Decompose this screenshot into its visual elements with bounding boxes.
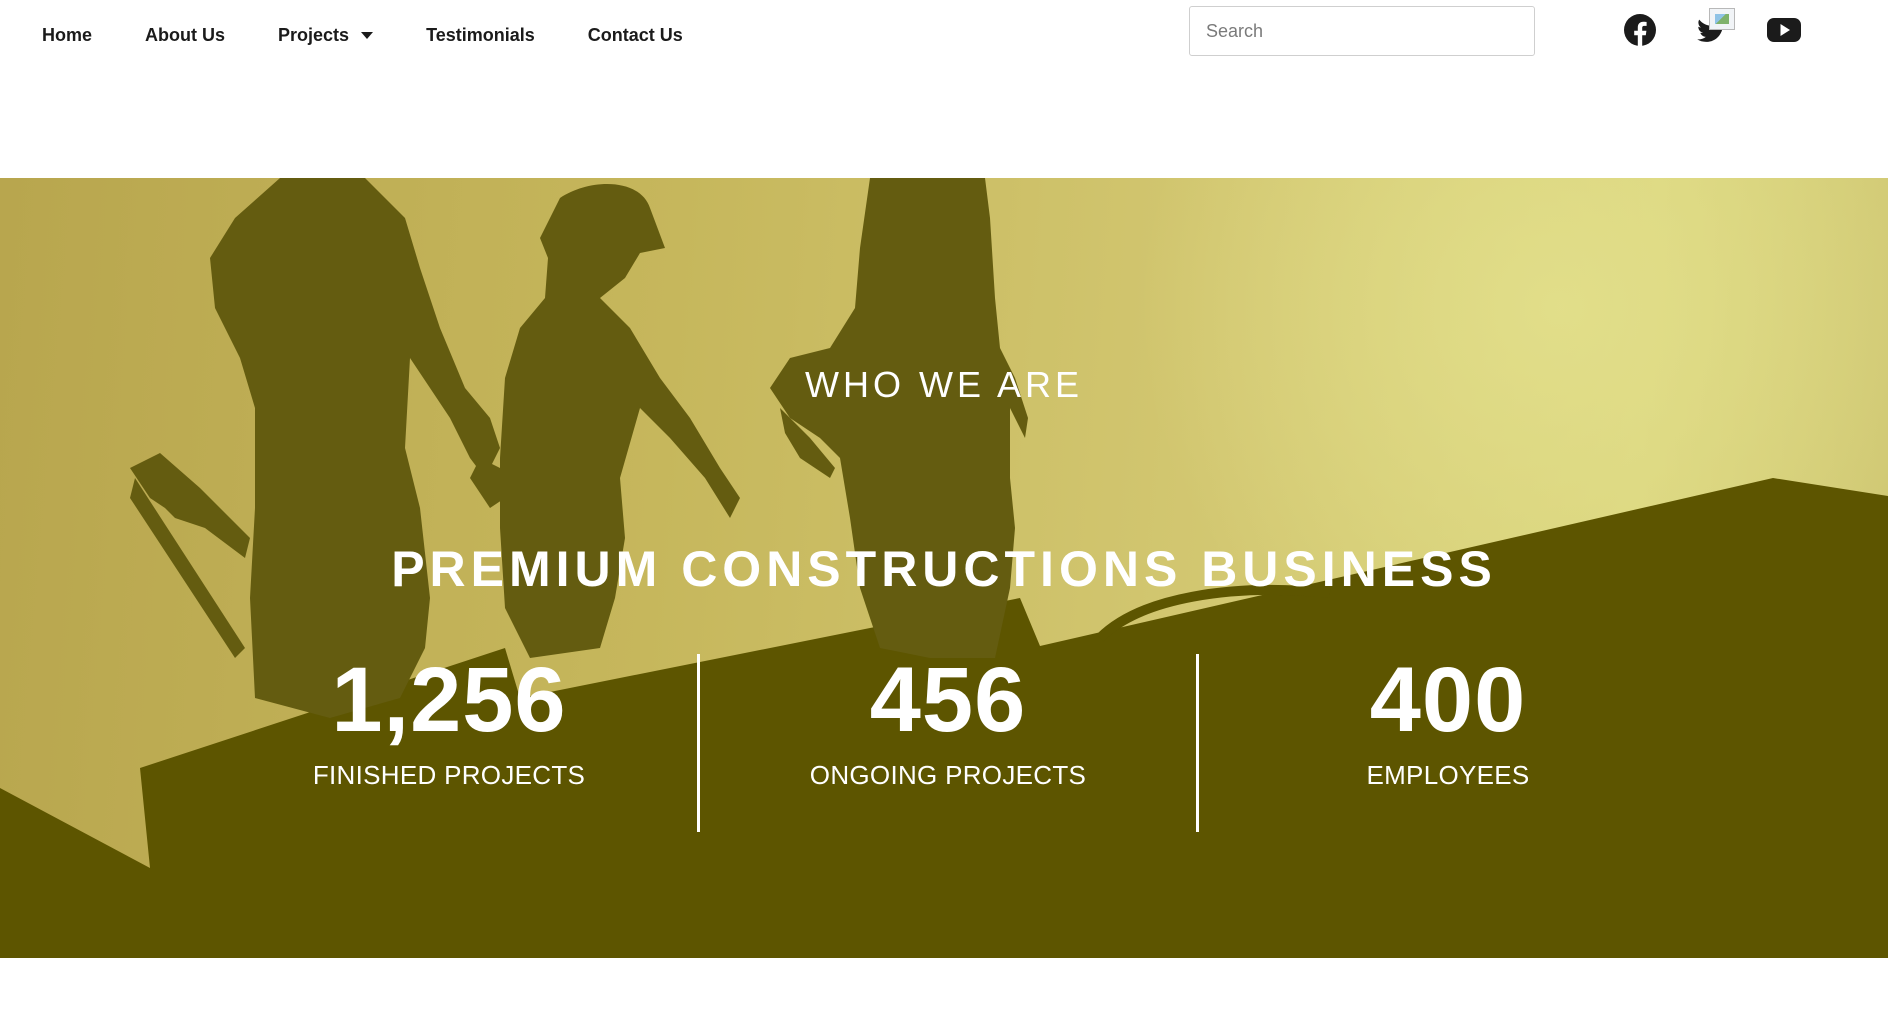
broken-image-icon xyxy=(1709,8,1735,30)
nav-item-projects[interactable]: Projects xyxy=(278,24,374,46)
main-nav: Home About Us Projects Testimonials Cont… xyxy=(42,22,683,48)
stat-finished-projects: 1,256 FINISHED PROJECTS xyxy=(279,654,619,791)
site-header: Home About Us Projects Testimonials Cont… xyxy=(0,0,1888,178)
nav-item-label: About Us xyxy=(145,24,226,45)
stat-label: EMPLOYEES xyxy=(1366,760,1530,790)
nav-item-label: Home xyxy=(42,24,93,45)
page: Home About Us Projects Testimonials Cont… xyxy=(0,0,1888,1036)
nav-item-label: Contact Us xyxy=(587,24,683,45)
hero-section: WHO WE ARE PREMIUM CONSTRUCTIONS BUSINES… xyxy=(0,178,1888,958)
facebook-icon[interactable] xyxy=(1620,10,1660,50)
stat-label: FINISHED PROJECTS xyxy=(312,760,586,790)
stat-value: 1,256 xyxy=(331,649,567,751)
search-input[interactable] xyxy=(1189,6,1535,56)
nav-item-contact-us[interactable]: Contact Us xyxy=(588,25,683,46)
chevron-down-icon xyxy=(361,31,374,39)
stat-employees: 400 EMPLOYEES xyxy=(1278,654,1618,791)
nav-item-label: Testimonials xyxy=(426,24,535,45)
stat-divider xyxy=(697,654,700,832)
nav-item-label: Projects xyxy=(278,24,350,45)
nav-item-home[interactable]: Home xyxy=(42,25,92,46)
stat-value: 456 xyxy=(869,649,1027,751)
nav-item-testimonials[interactable]: Testimonials xyxy=(426,25,535,46)
hero-eyebrow: WHO WE ARE xyxy=(804,364,1083,405)
stat-value: 400 xyxy=(1369,649,1527,751)
nav-item-about-us[interactable]: About Us xyxy=(145,25,225,46)
stat-label: ONGOING PROJECTS xyxy=(809,760,1087,790)
stat-divider xyxy=(1196,654,1199,832)
hero-headline: PREMIUM CONSTRUCTIONS BUSINESS xyxy=(391,541,1497,597)
youtube-icon[interactable] xyxy=(1764,10,1804,50)
stat-ongoing-projects: 456 ONGOING PROJECTS xyxy=(778,654,1118,791)
